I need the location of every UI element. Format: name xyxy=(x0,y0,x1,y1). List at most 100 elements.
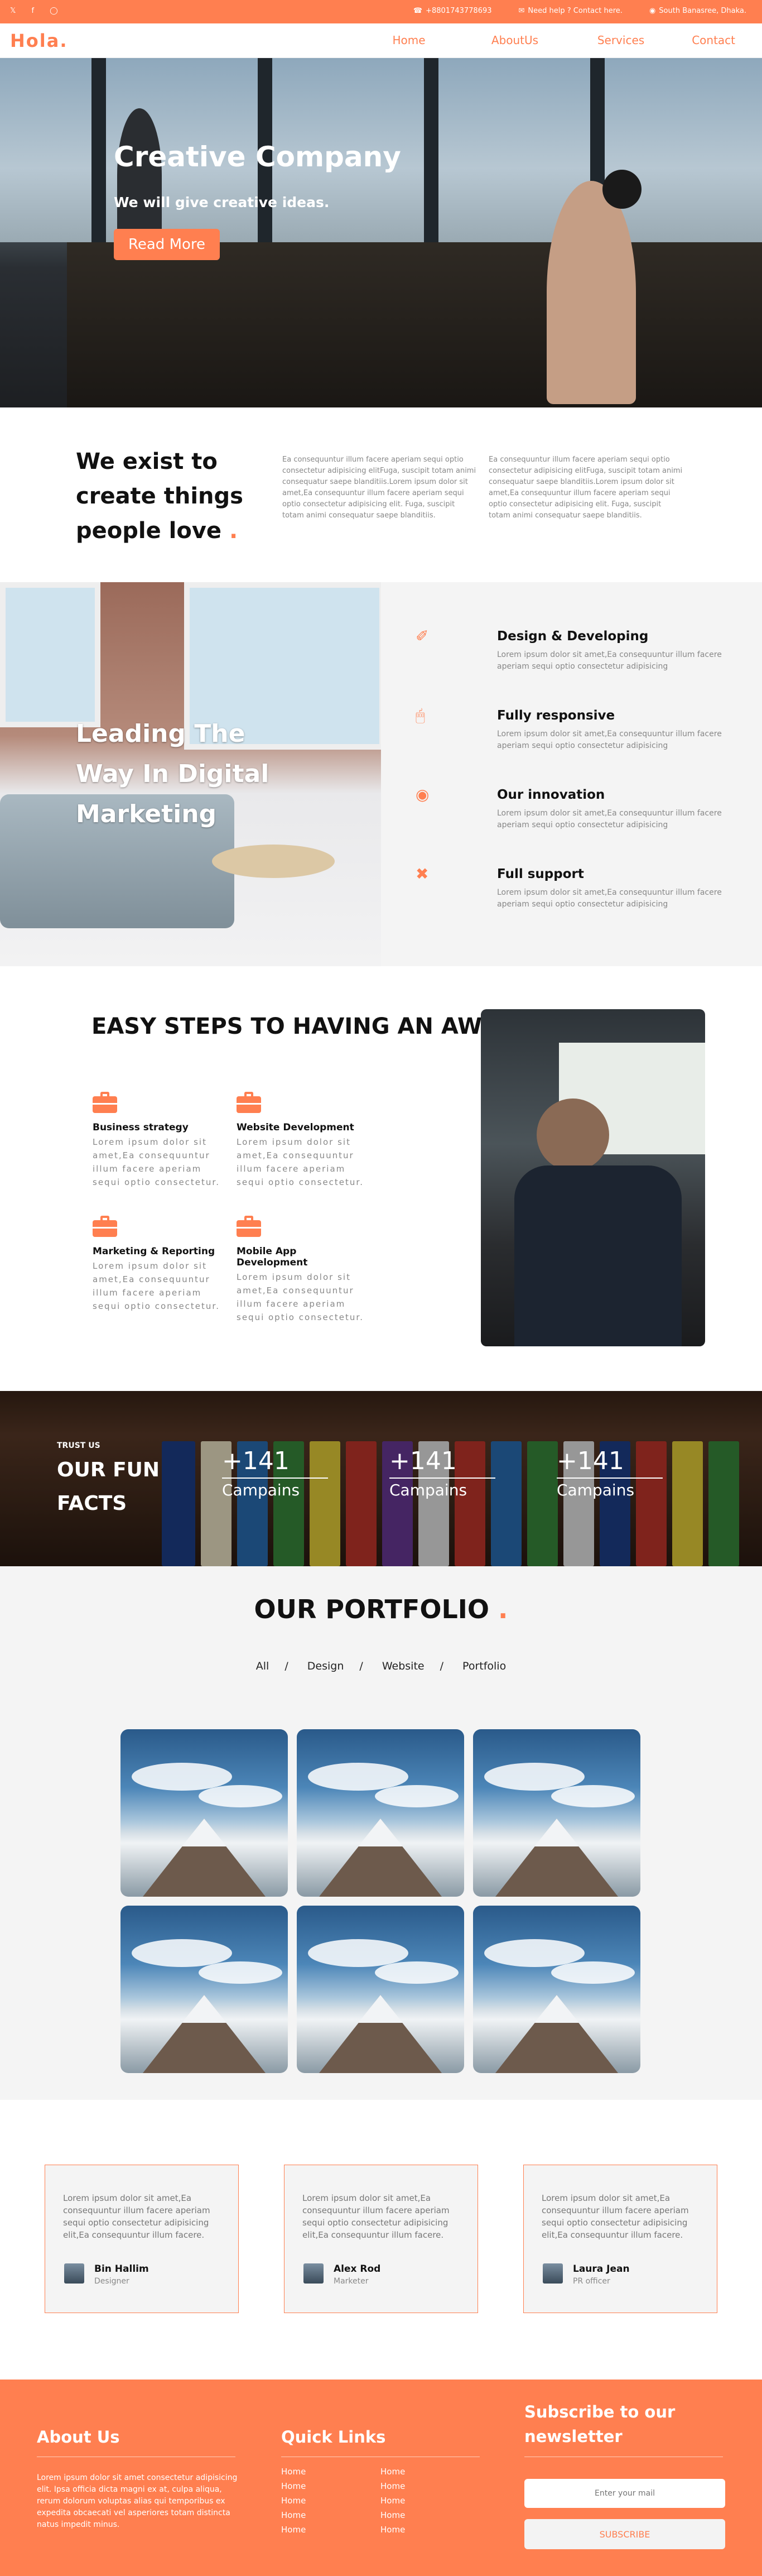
step-item: Business strategy Lorem ipsum dolor sit … xyxy=(93,1092,226,1189)
footer-link[interactable]: Home xyxy=(380,2508,405,2522)
feature-text: Lorem ipsum dolor sit amet,Ea consequunt… xyxy=(497,650,722,671)
step-title: Website Development xyxy=(237,1122,354,1133)
portfolio-item[interactable] xyxy=(297,1729,464,1897)
feature-text: Lorem ipsum dolor sit amet,Ea consequunt… xyxy=(497,888,722,909)
testimonial-role: PR officer xyxy=(573,2277,610,2286)
logo[interactable]: Hola. xyxy=(10,30,67,51)
testimonial-name: Alex Rod xyxy=(334,2263,381,2275)
fact-label: Campains xyxy=(389,1481,467,1499)
footer-links-title: Quick Links xyxy=(281,2428,386,2447)
location-pin-icon: ◉ xyxy=(649,7,656,15)
twitter-icon[interactable]: 𝕏 xyxy=(10,7,16,15)
feature-text: Lorem ipsum dolor sit amet,Ea consequunt… xyxy=(497,730,722,750)
fact-item: +141 Campains xyxy=(389,1447,495,1499)
footer-link[interactable]: Home xyxy=(281,2464,306,2479)
hero-subtitle: We will give creative ideas. xyxy=(114,194,330,210)
footer-link[interactable]: Home xyxy=(281,2479,306,2493)
person-body xyxy=(514,1165,682,1346)
testimonial-text: Lorem ipsum dolor sit amet,Ea consequunt… xyxy=(63,2193,210,2240)
nav-item-home[interactable]: Home xyxy=(356,33,462,47)
portfolio-filters: All / Design / Website / Portfolio xyxy=(0,1660,762,1672)
filter-all[interactable]: All xyxy=(256,1660,269,1672)
footer-link[interactable]: Home xyxy=(380,2522,405,2537)
marketing-title: Leading The Way In Digital Marketing xyxy=(76,719,269,828)
footer-about-text: Lorem ipsum dolor sit amet consectetur a… xyxy=(37,2473,238,2529)
feature-title: Design & Developing xyxy=(497,629,649,644)
filter-separator: / xyxy=(440,1660,443,1672)
contact-info: ☎ +8801743778693 ✉ Need help ? Contact her… xyxy=(413,7,746,15)
facts-title: OUR FUN FACTS xyxy=(57,1459,160,1515)
intro-text-col2: Ea consequuntur illum facere aperiam seq… xyxy=(489,455,683,520)
fact-number: +141 xyxy=(557,1447,624,1475)
step-item: Mobile App Development Lorem ipsum dolor… xyxy=(237,1216,370,1324)
main-nav: Hola. Home AboutUs Services Contact xyxy=(0,23,762,58)
tools-icon: ✖ xyxy=(416,865,429,883)
portfolio-item[interactable] xyxy=(473,1729,640,1897)
briefcase-icon xyxy=(237,1092,261,1113)
filter-website[interactable]: Website xyxy=(382,1660,425,1672)
intro-text-col1: Ea consequuntur illum facere aperiam seq… xyxy=(282,455,476,520)
testimonial-role: Designer xyxy=(94,2277,129,2286)
footer-subscribe-title: Subscribe to our newsletter xyxy=(524,2402,676,2446)
marketing-image: Leading The Way In Digital Marketing xyxy=(0,582,381,966)
step-text: Lorem ipsum dolor sit amet,Ea consequunt… xyxy=(237,1137,364,1187)
brush-icon: ✐ xyxy=(416,627,429,645)
filter-separator: / xyxy=(284,1660,288,1672)
footer-link[interactable]: Home xyxy=(380,2493,405,2508)
testimonial-card: Lorem ipsum dolor sit amet,Ea consequunt… xyxy=(284,2165,478,2313)
testimonial-role: Marketer xyxy=(334,2277,369,2286)
fact-item: +141 Campains xyxy=(557,1447,663,1499)
avatar xyxy=(543,2263,563,2284)
briefcase-icon xyxy=(93,1216,117,1237)
step-title: Marketing & Reporting xyxy=(93,1246,215,1257)
monitor-icon: 🖱 xyxy=(416,706,425,725)
fun-facts-section: TRUST US OUR FUN FACTS +141 Campains +14… xyxy=(0,1391,762,1566)
person-head xyxy=(537,1098,609,1171)
page: 𝕏 f ◯ ☎ +8801743778693 ✉ Need help ? Conta… xyxy=(0,0,762,2576)
footer-link[interactable]: Home xyxy=(281,2522,306,2537)
phone-icon: ☎ xyxy=(413,7,423,15)
instagram-icon[interactable]: ◯ xyxy=(50,7,58,15)
mail-icon: ✉ xyxy=(518,7,525,15)
portfolio-item[interactable] xyxy=(120,1729,288,1897)
portfolio-title: OUR PORTFOLIO . xyxy=(254,1594,508,1624)
footer-link[interactable]: Home xyxy=(380,2464,405,2479)
filter-portfolio[interactable]: Portfolio xyxy=(462,1660,506,1672)
portfolio-item[interactable] xyxy=(473,1906,640,2073)
portfolio-item[interactable] xyxy=(120,1906,288,2073)
testimonial-text: Lorem ipsum dolor sit amet,Ea consequunt… xyxy=(302,2193,450,2240)
testimonial-name: Laura Jean xyxy=(573,2263,630,2275)
facebook-icon[interactable]: f xyxy=(31,7,34,15)
footer-link[interactable]: Home xyxy=(281,2493,306,2508)
step-text: Lorem ipsum dolor sit amet,Ea consequunt… xyxy=(93,1261,220,1311)
phone-info[interactable]: ☎ +8801743778693 xyxy=(413,7,492,15)
intro-title: We exist to create things people love . xyxy=(76,449,243,544)
step-text: Lorem ipsum dolor sit amet,Ea consequunt… xyxy=(93,1137,220,1187)
facts-kicker: TRUST US xyxy=(57,1441,100,1450)
newsletter-email-input[interactable] xyxy=(524,2479,725,2508)
office-desk xyxy=(67,242,762,407)
social-links: 𝕏 f ◯ xyxy=(10,7,58,15)
fact-number: +141 xyxy=(389,1447,457,1475)
nav-item-aboutus[interactable]: AboutUs xyxy=(462,33,568,47)
read-more-button[interactable]: Read More xyxy=(114,229,220,260)
nav-item-contact[interactable]: Contact xyxy=(674,33,735,47)
fact-item: +141 Campains xyxy=(222,1447,328,1499)
filter-design[interactable]: Design xyxy=(307,1660,344,1672)
nav-menu: Home AboutUs Services Contact xyxy=(356,33,735,47)
footer-link[interactable]: Home xyxy=(281,2508,306,2522)
hero-section: Creative Company We will give creative i… xyxy=(0,58,762,407)
testimonial-name: Bin Hallim xyxy=(94,2263,149,2275)
filter-separator: / xyxy=(359,1660,363,1672)
nav-item-services[interactable]: Services xyxy=(568,33,674,47)
step-title: Mobile App Development xyxy=(237,1246,308,1268)
footer-link[interactable]: Home xyxy=(380,2479,405,2493)
room-window xyxy=(0,582,100,727)
fact-divider xyxy=(222,1478,328,1479)
help-info[interactable]: ✉ Need help ? Contact here. xyxy=(519,7,623,15)
portfolio-item[interactable] xyxy=(297,1906,464,2073)
step-item: Marketing & Reporting Lorem ipsum dolor … xyxy=(93,1216,226,1313)
subscribe-button[interactable]: SUBSCRIBE xyxy=(524,2519,725,2549)
coffee-table xyxy=(212,845,335,878)
office-person-head xyxy=(602,170,642,209)
